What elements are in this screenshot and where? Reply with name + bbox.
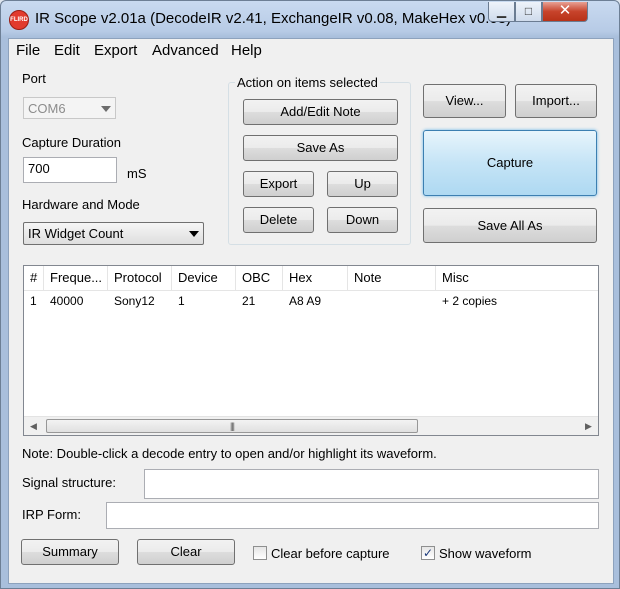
clear-before-capture-checkbox[interactable] (253, 546, 267, 560)
capture-duration-unit: mS (127, 166, 147, 181)
grip-icon: ||| (229, 421, 235, 431)
clear-button[interactable]: Clear (137, 539, 235, 565)
column-header-note[interactable]: Note (348, 266, 436, 290)
clear-before-capture-label[interactable]: Clear before capture (271, 546, 390, 561)
show-waveform-checkbox[interactable]: ✓ (421, 546, 435, 560)
scroll-left-icon[interactable]: ◀ (25, 419, 42, 434)
capture-duration-input[interactable]: 700 (23, 157, 117, 183)
cell-misc: + 2 copies (442, 294, 498, 308)
down-button[interactable]: Down (327, 207, 398, 233)
menu-help[interactable]: Help (231, 42, 262, 59)
hardware-mode-select[interactable]: IR Widget Count (23, 222, 204, 245)
port-select[interactable]: COM6 (23, 97, 116, 119)
minimize-button[interactable]: ▁ (488, 2, 515, 22)
hardware-mode-label: Hardware and Mode (22, 197, 140, 212)
cell-device: 1 (178, 294, 185, 308)
add-edit-note-button[interactable]: Add/Edit Note (243, 99, 398, 125)
app-window: FLIRD IR Scope v2.01a (DecodeIR v2.41, E… (0, 0, 620, 589)
column-header-device[interactable]: Device (172, 266, 236, 290)
column-header-misc[interactable]: Misc (436, 266, 598, 290)
horizontal-scrollbar[interactable]: ◀ ||| ▶ (24, 416, 598, 435)
table-row[interactable]: 1 40000 Sony12 1 21 A8 A9 + 2 copies (24, 292, 598, 310)
column-header-protocol[interactable]: Protocol (108, 266, 172, 290)
app-icon: FLIRD (9, 10, 29, 30)
view-button[interactable]: View... (423, 84, 506, 118)
summary-button[interactable]: Summary (21, 539, 119, 565)
window-title: IR Scope v2.01a (DecodeIR v2.41, Exchang… (35, 10, 512, 27)
delete-button[interactable]: Delete (243, 207, 314, 233)
menu-file[interactable]: File (16, 42, 40, 59)
show-waveform-label[interactable]: Show waveform (439, 546, 531, 561)
list-header: # Freque... Protocol Device OBC Hex Note… (24, 266, 598, 291)
chevron-down-icon (189, 231, 199, 237)
checkmark-icon: ✓ (422, 546, 434, 560)
note-text: Note: Double-click a decode entry to ope… (22, 446, 437, 461)
menu-advanced[interactable]: Advanced (152, 42, 219, 59)
cell-number: 1 (30, 294, 37, 308)
menu-export[interactable]: Export (94, 42, 137, 59)
column-header-obc[interactable]: OBC (236, 266, 283, 290)
capture-button[interactable]: Capture (423, 130, 597, 196)
action-group-label: Action on items selected (235, 75, 380, 90)
port-value: COM6 (28, 101, 66, 116)
menu-bar: File Edit Export Advanced Help (9, 39, 613, 61)
capture-duration-label: Capture Duration (22, 135, 121, 150)
irp-form-field[interactable] (106, 502, 599, 529)
cell-protocol: Sony12 (114, 294, 155, 308)
port-label: Port (22, 71, 46, 86)
hardware-mode-value: IR Widget Count (28, 226, 124, 241)
signal-structure-field[interactable] (144, 469, 599, 499)
maximize-button[interactable]: □ (515, 2, 542, 22)
close-button[interactable]: ✕ (542, 2, 588, 22)
up-button[interactable]: Up (327, 171, 398, 197)
column-header-frequency[interactable]: Freque... (44, 266, 108, 290)
scroll-right-icon[interactable]: ▶ (580, 419, 597, 434)
title-bar[interactable]: FLIRD IR Scope v2.01a (DecodeIR v2.41, E… (1, 1, 619, 37)
scrollbar-thumb[interactable]: ||| (46, 419, 418, 433)
export-button[interactable]: Export (243, 171, 314, 197)
save-all-as-button[interactable]: Save All As (423, 208, 597, 243)
chevron-down-icon (101, 106, 111, 112)
cell-obc: 21 (242, 294, 256, 308)
column-header-hex[interactable]: Hex (283, 266, 348, 290)
cell-frequency: 40000 (50, 294, 84, 308)
decode-list[interactable]: # Freque... Protocol Device OBC Hex Note… (23, 265, 599, 436)
client-area: File Edit Export Advanced Help Port COM6… (8, 38, 614, 584)
cell-hex: A8 A9 (289, 294, 322, 308)
import-button[interactable]: Import... (515, 84, 597, 118)
signal-structure-label: Signal structure: (22, 475, 116, 490)
save-as-button[interactable]: Save As (243, 135, 398, 161)
irp-form-label: IRP Form: (22, 507, 81, 522)
menu-edit[interactable]: Edit (54, 42, 80, 59)
column-header-number[interactable]: # (24, 266, 44, 290)
